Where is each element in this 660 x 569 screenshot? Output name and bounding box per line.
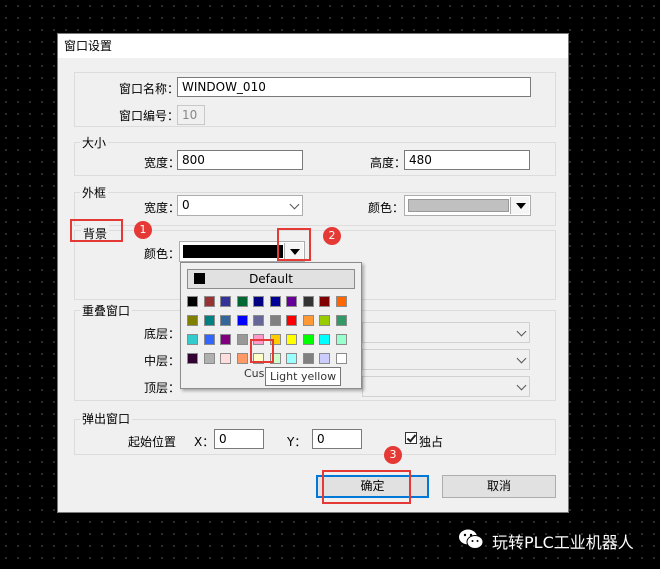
palette-color-cell[interactable]: [203, 353, 215, 364]
palette-color-cell[interactable]: [203, 296, 215, 307]
palette-color-cell[interactable]: [203, 334, 215, 345]
palette-color-cell[interactable]: [220, 353, 231, 364]
palette-color-cell[interactable]: [319, 353, 330, 364]
palette-color-cell[interactable]: [187, 296, 198, 307]
background-color-label: 颜色：: [144, 247, 181, 261]
palette-color-cell[interactable]: [220, 334, 231, 345]
annotation-box-light-yellow: [250, 339, 274, 363]
frame-width-select[interactable]: 0: [177, 195, 303, 216]
custom-color-label[interactable]: Cus: [244, 367, 264, 380]
palette-color-cell[interactable]: [236, 353, 248, 364]
annotation-badge-2: 2: [323, 227, 341, 245]
wechat-icon: [459, 529, 484, 549]
size-height-input[interactable]: 480: [404, 150, 530, 170]
palette-color-cell[interactable]: [319, 296, 330, 307]
palette-color-cell[interactable]: [269, 315, 281, 326]
chevron-down-icon: [516, 326, 527, 337]
triangle-down-icon: [516, 203, 526, 209]
palette-color-cell[interactable]: [236, 296, 248, 307]
frame-width-label: 宽度：: [144, 201, 181, 215]
frame-color-swatch: [408, 199, 509, 212]
size-group-title: 大小: [80, 134, 109, 151]
frame-color-dropdown-button[interactable]: [510, 197, 529, 214]
overlay-bottom-select[interactable]: [362, 322, 530, 343]
frame-color-label: 颜色：: [368, 201, 405, 215]
exclusive-label[interactable]: 独占: [419, 433, 443, 450]
palette-color-cell[interactable]: [269, 296, 281, 307]
palette-color-cell[interactable]: [203, 315, 215, 326]
annotation-box-dropdown: [277, 228, 311, 261]
palette-color-cell[interactable]: [302, 296, 314, 307]
palette-color-cell[interactable]: [187, 353, 198, 364]
frame-color-picker[interactable]: [404, 195, 531, 216]
palette-color-cell[interactable]: [236, 334, 248, 345]
popup-x-input[interactable]: 0: [214, 429, 264, 449]
annotation-box-background: [70, 219, 123, 242]
palette-color-cell[interactable]: [220, 315, 231, 326]
size-height-label: 高度：: [370, 156, 407, 170]
palette-color-cell[interactable]: [335, 353, 347, 364]
x-label: X：: [194, 435, 215, 449]
default-color-label: Default: [249, 272, 293, 286]
overlay-bottom-label: 底层：: [144, 327, 181, 341]
palette-color-cell[interactable]: [286, 334, 297, 345]
palette-color-cell[interactable]: [302, 315, 314, 326]
start-position-label: 起始位置: [128, 435, 177, 449]
window-name-input[interactable]: WINDOW_010: [177, 77, 531, 97]
default-color-swatch: [194, 273, 205, 284]
palette-color-cell[interactable]: [253, 315, 264, 326]
dialog-title: 窗口设置: [58, 34, 568, 58]
color-tooltip: Light yellow: [265, 367, 341, 386]
frame-width-value: 0: [182, 198, 190, 212]
palette-color-cell[interactable]: [335, 315, 347, 326]
watermark-text: 玩转PLC工业机器人: [492, 533, 634, 552]
background-color-swatch: [183, 245, 283, 258]
overlay-middle-select[interactable]: [362, 349, 530, 370]
overlay-group-title: 重叠窗口: [80, 302, 133, 319]
chevron-down-icon: [516, 353, 527, 364]
palette-color-cell[interactable]: [220, 296, 231, 307]
palette-color-cell[interactable]: [187, 334, 198, 345]
palette-color-cell[interactable]: [236, 315, 248, 326]
annotation-badge-3: 3: [384, 446, 402, 464]
palette-color-cell[interactable]: [286, 353, 297, 364]
annotation-badge-1: 1: [134, 221, 152, 239]
palette-color-cell[interactable]: [187, 315, 198, 326]
annotation-box-ok: [322, 470, 411, 504]
chevron-down-icon: [289, 199, 300, 210]
size-width-input[interactable]: 800: [177, 150, 303, 170]
overlay-top-select[interactable]: [362, 376, 530, 397]
window-number-label: 窗口编号：: [119, 109, 180, 123]
y-label: Y：: [287, 435, 307, 449]
window-number-input[interactable]: 10: [177, 105, 205, 125]
popup-y-input[interactable]: 0: [312, 429, 362, 449]
size-width-label: 宽度：: [144, 156, 181, 170]
palette-color-cell[interactable]: [302, 353, 314, 364]
palette-color-cell[interactable]: [286, 315, 297, 326]
palette-color-cell[interactable]: [253, 296, 264, 307]
frame-group-title: 外框: [80, 184, 109, 201]
popup-window-group-title: 弹出窗口: [80, 410, 133, 427]
default-color-button[interactable]: Default: [187, 269, 355, 289]
palette-color-cell[interactable]: [302, 334, 314, 345]
palette-color-cell[interactable]: [319, 315, 330, 326]
chevron-down-icon: [516, 380, 527, 391]
exclusive-checkbox[interactable]: [405, 432, 417, 444]
palette-color-cell[interactable]: [286, 296, 297, 307]
window-name-label: 窗口名称：: [119, 82, 180, 96]
palette-color-cell[interactable]: [335, 334, 347, 345]
palette-color-cell[interactable]: [319, 334, 330, 345]
palette-color-cell[interactable]: [335, 296, 347, 307]
overlay-middle-label: 中层：: [144, 354, 181, 368]
overlay-top-label: 顶层：: [144, 381, 181, 395]
cancel-button[interactable]: 取消: [442, 475, 556, 498]
